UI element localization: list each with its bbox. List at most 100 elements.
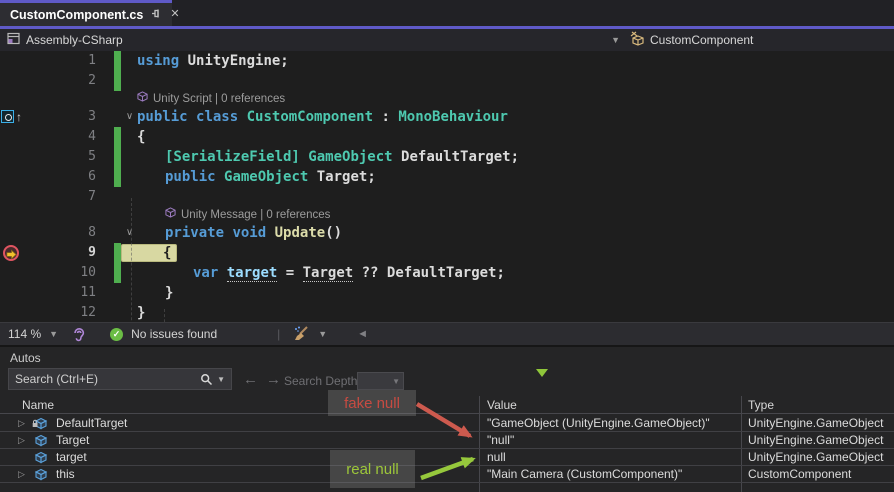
unity-codelens-icon [137, 91, 153, 107]
autos-search: ▼ [8, 368, 232, 390]
code-line: 5 [SerializeField] GameObject DefaultTarg… [0, 147, 894, 167]
breakpoint-margin[interactable] [0, 243, 24, 263]
no-issues-check-icon: ✓ [110, 328, 123, 341]
code-rows: 1using UnityEngine;2Unity Script | 0 ref… [0, 51, 894, 322]
breakpoint-margin[interactable] [0, 167, 24, 187]
code-line: 4{ [0, 127, 894, 147]
breakpoint-margin[interactable] [0, 303, 24, 322]
tab-customcomponent[interactable]: CustomComponent.cs ✕ [0, 0, 172, 26]
annotation-fake-null-label: fake null [344, 395, 400, 412]
editor-status-bar: 114 % ▼ ✓ No issues found | ▼ ◄ [0, 322, 894, 345]
column-header-value[interactable]: Value [487, 398, 517, 412]
code-cleanup-icon[interactable] [292, 326, 310, 342]
code-line: 10var target = Target ?? DefaultTarget; [0, 263, 894, 283]
breakpoint-margin[interactable] [0, 223, 24, 243]
breakpoint-margin[interactable] [0, 147, 24, 167]
breakpoint-margin[interactable] [0, 263, 24, 283]
breakpoint-margin[interactable]: ↑ [0, 107, 24, 127]
search-icon[interactable] [198, 373, 215, 386]
watch-type: UnityEngine.GameObject [748, 450, 883, 464]
breakpoint-margin[interactable] [0, 187, 24, 207]
current-statement-brace: { [163, 243, 171, 263]
codelens-text[interactable]: Unity Script | 0 references [137, 91, 285, 107]
line-number: 2 [24, 71, 100, 91]
project-icon [7, 32, 20, 48]
codelens-row: Unity Message | 0 references [0, 207, 894, 223]
line-number: 8 [24, 223, 100, 243]
watch-value: "GameObject (UnityEngine.GameObject)" [487, 416, 710, 430]
watch-row[interactable]: target null UnityEngine.GameObject [0, 449, 894, 466]
line-number: 5 [24, 147, 100, 167]
change-bar [114, 71, 121, 91]
change-bar [114, 51, 121, 71]
breakpoint-margin[interactable] [0, 71, 24, 91]
code-line: 12} [0, 303, 894, 322]
cleanup-dropdown-caret-icon[interactable]: ▼ [318, 329, 327, 339]
code-text: [SerializeField] GameObject DefaultTarge… [165, 147, 519, 167]
line-number: 12 [24, 303, 100, 322]
zoom-dropdown-caret-icon[interactable]: ▼ [49, 329, 58, 339]
column-header-name[interactable]: Name [22, 398, 54, 412]
close-icon[interactable]: ✕ [170, 9, 179, 20]
watch-name: target [56, 450, 87, 464]
unity-class-icon [630, 31, 646, 49]
forward-arrow-icon[interactable]: → [266, 371, 281, 388]
code-line: 8∨private void Update() [0, 223, 894, 243]
change-bar [114, 167, 121, 187]
code-line: 9{ [0, 243, 894, 263]
watch-row[interactable]: ▷Target"null"UnityEngine.GameObject [0, 432, 894, 449]
watch-value: "null" [487, 433, 514, 447]
back-arrow-icon[interactable]: ← [243, 371, 258, 388]
symbol-dropdown[interactable]: CustomComponent [630, 31, 753, 49]
pin-icon[interactable] [151, 8, 162, 22]
code-text: public GameObject Target; [165, 167, 376, 187]
autos-panel: Autos ▼ ← → Search Depth: ▼ Name Value T… [0, 345, 894, 492]
watch-value: null [487, 450, 506, 464]
grid-header: Name Value Type [0, 396, 894, 414]
depth-caret-icon: ▼ [392, 377, 400, 386]
statusbar-divider: | [277, 327, 280, 341]
project-dropdown[interactable]: Assembly-CSharp ▼ [0, 32, 630, 48]
watch-row[interactable]: ▷this"Main Camera (CustomComponent)"Cust… [0, 466, 894, 483]
tab-title: CustomComponent.cs [10, 8, 143, 22]
watch-type: CustomComponent [748, 467, 851, 481]
breakpoint-margin[interactable] [0, 51, 24, 71]
watch-row[interactable]: ▷DefaultTarget"GameObject (UnityEngine.G… [0, 415, 894, 432]
code-line: 11} [0, 283, 894, 303]
change-bar [114, 147, 121, 167]
code-line: 7 [0, 187, 894, 207]
line-number: 7 [24, 187, 100, 207]
search-depth-dropdown[interactable]: ▼ [357, 372, 404, 390]
panel-title: Autos [10, 351, 41, 365]
codelens-text[interactable]: Unity Message | 0 references [165, 207, 330, 223]
fold-chevron-icon[interactable]: ∨ [122, 107, 137, 127]
hscroll-left-arrow-icon[interactable]: ◄ [357, 328, 368, 340]
code-line: 6public GameObject Target; [0, 167, 894, 187]
chevron-down-icon[interactable]: ▼ [611, 35, 630, 45]
autos-grid: Name Value Type ▷DefaultTarget"GameObjec… [0, 396, 894, 492]
change-bar [114, 243, 121, 263]
code-text: } [137, 303, 145, 322]
unity-codelens-icon [165, 207, 181, 223]
fold-chevron-icon[interactable]: ∨ [122, 223, 137, 243]
expand-arrow-icon[interactable]: ▷ [18, 418, 25, 429]
expand-arrow-icon[interactable]: ▷ [18, 435, 25, 446]
search-options-caret-icon[interactable]: ▼ [215, 375, 231, 384]
breakpoint-margin[interactable] [0, 127, 24, 147]
watch-name: this [56, 467, 75, 481]
project-name: Assembly-CSharp [26, 33, 123, 47]
code-text: } [165, 283, 173, 303]
annotation-fake-null: fake null [328, 390, 416, 416]
code-text: var target = Target ?? DefaultTarget; [193, 263, 505, 283]
search-input[interactable] [9, 372, 198, 386]
navigation-bar: Assembly-CSharp ▼ CustomComponent [0, 29, 894, 51]
search-depth-label: Search Depth: [284, 374, 361, 388]
expand-arrow-icon[interactable]: ▷ [18, 469, 25, 480]
annotation-real-null-label: real null [346, 461, 399, 478]
line-number: 1 [24, 51, 100, 71]
code-text: public class CustomComponent : MonoBehav… [137, 107, 508, 127]
audio-cues-icon[interactable] [72, 327, 86, 342]
column-header-type[interactable]: Type [748, 398, 774, 412]
code-line: ↑3∨public class CustomComponent : MonoBe… [0, 107, 894, 127]
breakpoint-margin[interactable] [0, 283, 24, 303]
